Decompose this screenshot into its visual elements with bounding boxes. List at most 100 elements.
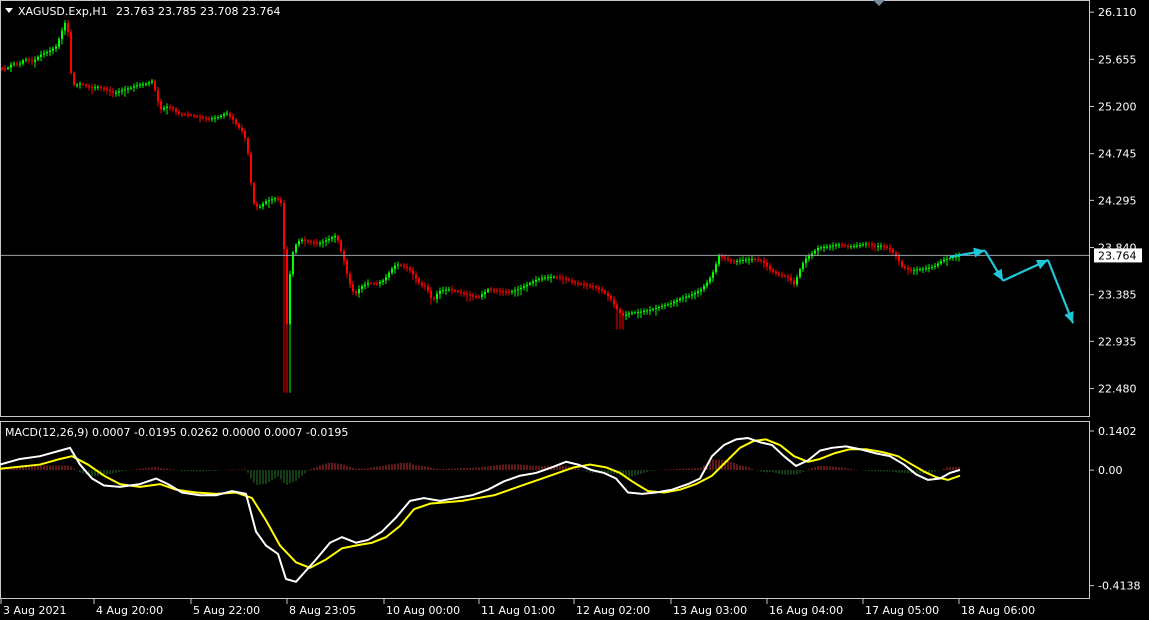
bear-candle-body	[496, 290, 498, 292]
bull-candle-body	[682, 297, 684, 299]
bear-candle-body	[199, 116, 201, 118]
bear-candle-body	[196, 115, 198, 117]
bull-candle-body	[388, 272, 390, 278]
bear-candle-body	[232, 116, 234, 120]
bull-candle-body	[934, 265, 936, 267]
bear-candle-body	[454, 290, 456, 292]
bear-candle-body	[154, 80, 156, 91]
bear-candle-body	[463, 292, 465, 294]
bear-candle-body	[67, 22, 69, 32]
bull-candle-body	[670, 303, 672, 305]
bull-candle-body	[652, 308, 654, 310]
bull-candle-body	[820, 247, 822, 249]
trading-chart[interactable]: 26.11025.65525.20024.74524.29523.84023.3…	[0, 0, 1149, 620]
bull-candle-body	[655, 308, 657, 310]
bear-candle-body	[406, 266, 408, 268]
bull-candle-body	[397, 264, 399, 266]
bull-candle-body	[943, 259, 945, 262]
time-tick-label: 8 Aug 23:05	[289, 604, 356, 617]
bear-candle-body	[568, 279, 570, 281]
bear-candle-body	[421, 282, 423, 286]
bull-candle-body	[58, 39, 60, 47]
bull-candle-body	[676, 300, 678, 302]
bull-candle-body	[265, 201, 267, 204]
bear-candle-body	[868, 243, 870, 245]
current-price-label: 23.764	[1098, 249, 1137, 262]
bear-candle-body	[430, 290, 432, 298]
bull-candle-body	[544, 277, 546, 279]
bull-candle-body	[133, 86, 135, 88]
bear-candle-body	[730, 259, 732, 262]
bull-candle-body	[751, 258, 753, 260]
bear-candle-body	[478, 296, 480, 298]
bear-candle-body	[28, 59, 30, 61]
bull-candle-body	[850, 246, 852, 248]
bear-candle-body	[607, 293, 609, 297]
bear-candle-body	[904, 266, 906, 269]
bear-candle-body	[610, 296, 612, 300]
bear-candle-body	[844, 245, 846, 247]
bear-candle-body	[247, 138, 249, 154]
bear-candle-body	[898, 256, 900, 262]
bull-candle-body	[115, 92, 117, 94]
bull-candle-body	[661, 306, 663, 308]
bull-candle-body	[166, 106, 168, 108]
bull-candle-body	[37, 56, 39, 60]
bear-candle-body	[238, 123, 240, 128]
bull-candle-body	[271, 199, 273, 201]
bear-candle-body	[16, 63, 18, 65]
bull-candle-body	[163, 107, 165, 110]
bear-candle-body	[505, 291, 507, 293]
time-tick-label: 10 Aug 00:00	[386, 604, 460, 617]
bear-candle-body	[589, 285, 591, 287]
bull-candle-body	[439, 290, 441, 294]
bull-candle-body	[694, 292, 696, 295]
bull-candle-body	[664, 305, 666, 307]
bull-candle-body	[538, 279, 540, 281]
bull-candle-body	[745, 259, 747, 261]
bull-candle-body	[937, 263, 939, 266]
bear-candle-body	[181, 113, 183, 115]
bear-candle-body	[202, 117, 204, 119]
bull-candle-body	[805, 258, 807, 264]
price-tick-label: 25.655	[1098, 53, 1137, 66]
bull-candle-body	[517, 289, 519, 291]
bull-candle-body	[823, 246, 825, 248]
bear-candle-body	[241, 127, 243, 131]
bull-candle-body	[703, 285, 705, 290]
bear-candle-body	[475, 296, 477, 298]
bull-candle-body	[328, 238, 330, 241]
bull-candle-body	[481, 294, 483, 297]
bear-candle-body	[871, 244, 873, 246]
bull-candle-body	[145, 83, 147, 85]
bull-candle-body	[634, 312, 636, 314]
bear-candle-body	[562, 277, 564, 279]
bull-candle-body	[361, 286, 363, 290]
bull-candle-body	[127, 88, 129, 90]
bear-candle-body	[205, 117, 207, 119]
bull-candle-body	[814, 250, 816, 254]
bear-candle-body	[622, 312, 624, 316]
bear-candle-body	[889, 247, 891, 250]
bear-candle-body	[424, 285, 426, 287]
bull-candle-body	[34, 59, 36, 62]
bear-candle-body	[766, 262, 768, 267]
bear-candle-body	[400, 264, 402, 266]
bull-candle-body	[325, 240, 327, 242]
bull-candle-body	[94, 87, 96, 89]
bear-candle-body	[244, 130, 246, 139]
bear-candle-body	[502, 291, 504, 293]
bear-candle-body	[175, 109, 177, 112]
bull-candle-body	[640, 311, 642, 313]
bear-candle-body	[313, 241, 315, 243]
bull-candle-body	[367, 283, 369, 285]
bull-candle-body	[667, 304, 669, 306]
bull-candle-body	[79, 83, 81, 85]
bear-candle-body	[778, 273, 780, 275]
bear-candle-body	[283, 203, 285, 250]
bull-candle-body	[919, 269, 921, 271]
bull-candle-body	[55, 46, 57, 49]
bull-candle-body	[520, 287, 522, 290]
bull-candle-body	[223, 114, 225, 116]
bear-candle-body	[409, 267, 411, 271]
